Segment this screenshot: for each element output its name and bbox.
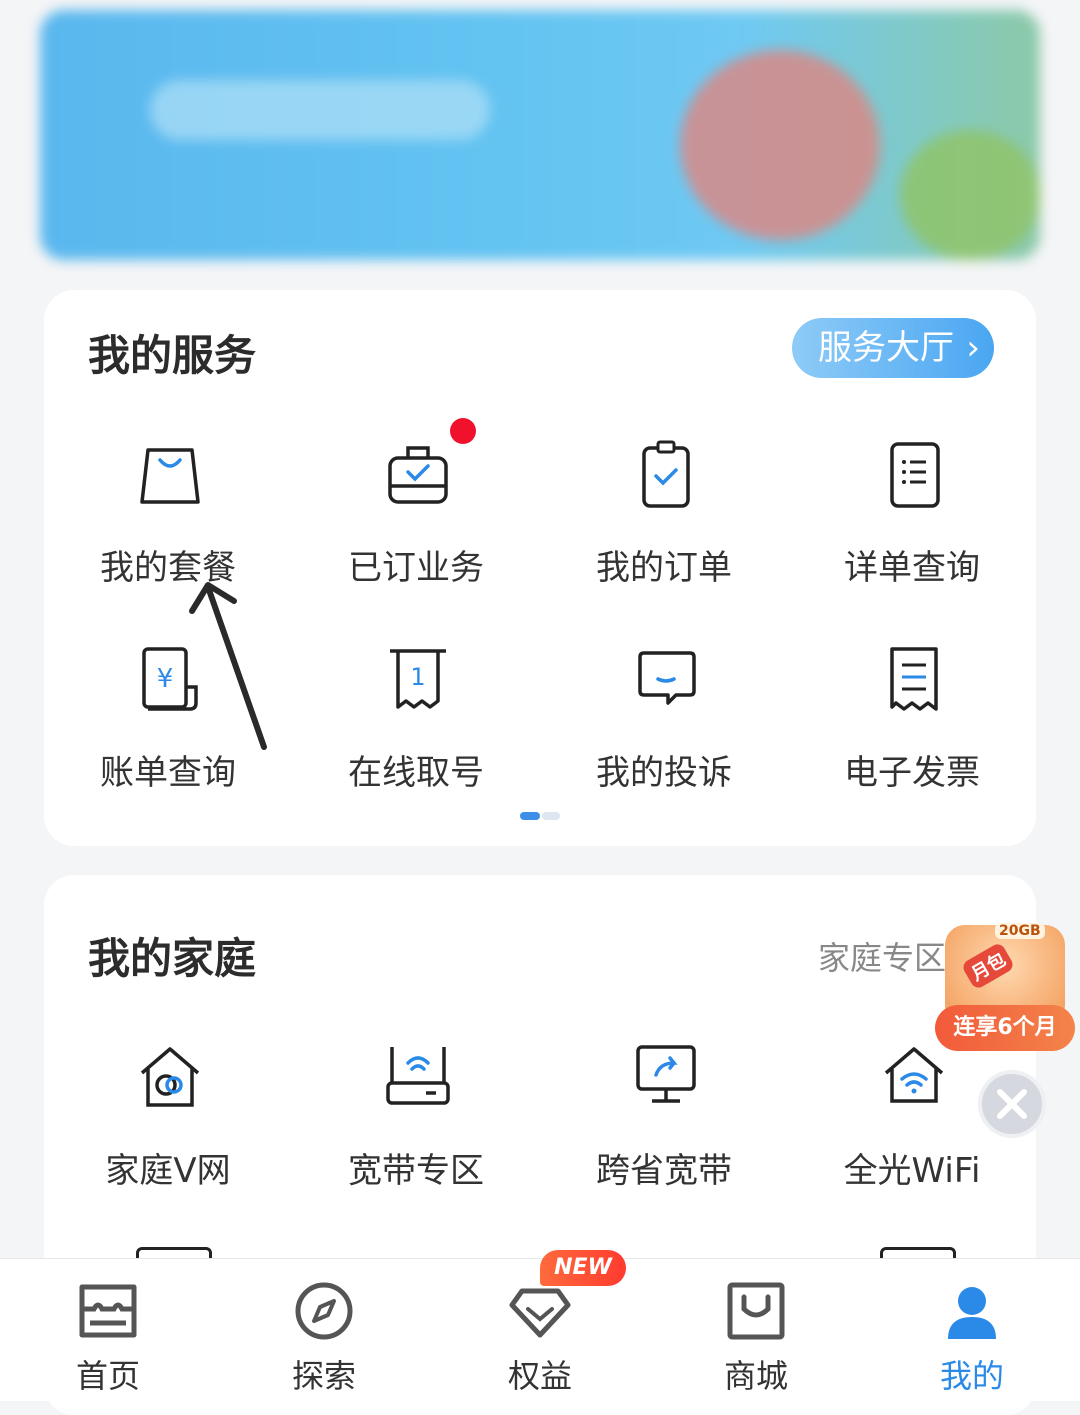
invoice-icon [890,647,938,711]
home-network-icon [140,1047,200,1107]
family-item-label: 跨省宽带 [596,1151,732,1191]
home-store-icon [79,1284,137,1338]
router-icon [386,1047,450,1105]
notification-dot [450,418,476,444]
promo-tag: 连享6个月 [935,1005,1075,1051]
tab-home[interactable]: 首页 [8,1259,208,1401]
svg-text:1: 1 [410,663,425,691]
family-item-label: 全光WiFi [843,1151,981,1191]
tab-label: 权益 [507,1357,572,1395]
page-dot-active [520,812,540,820]
family-zone-link[interactable]: 家庭专区 [818,933,946,979]
service-hall-label: 服务大厅 [818,328,954,368]
family-item-label: 家庭V网 [105,1151,231,1191]
tab-label: 探索 [291,1357,356,1395]
page-dot [542,812,560,820]
family-item-broadband[interactable]: 宽带专区 [292,1043,540,1213]
svg-text:¥: ¥ [157,664,174,694]
clipboard-check-icon [642,440,690,508]
promo-gb-label: 20GB [995,923,1045,939]
service-item-label: 在线取号 [348,753,484,793]
service-item-e-invoice[interactable]: 电子发票 [788,645,1036,815]
service-hall-button[interactable]: 服务大厅 › [792,318,994,378]
service-item-online-queue[interactable]: 1 在线取号 [292,645,540,815]
banner-text-blur [150,80,490,140]
chevron-right-icon: › [966,328,980,368]
briefcase-check-icon [388,446,448,504]
chat-bubble-icon [638,651,696,705]
close-icon [997,1089,1027,1119]
diamond-icon [509,1288,571,1338]
family-item-cross-province[interactable]: 跨省宽带 [540,1043,788,1213]
family-item-vnet[interactable]: 家庭V网 [44,1043,292,1213]
list-document-icon [890,442,940,508]
tab-mine[interactable]: 我的 [872,1259,1072,1401]
service-item-label: 我的订单 [596,548,732,588]
my-services-title: 我的服务 [88,331,257,380]
top-banner[interactable] [40,10,1040,260]
screen-share-icon [636,1045,696,1103]
my-family-title: 我的家庭 [88,934,257,983]
tab-label: 首页 [75,1357,140,1395]
tab-mall[interactable]: 商城 [656,1259,856,1401]
my-services-card: 我的服务 服务大厅 › 我的套餐 已订业务 我的订单 详单查询 ¥ 账单查询 1… [44,290,1036,846]
service-item-complaints[interactable]: 我的投诉 [540,645,788,815]
close-promo-button[interactable] [978,1070,1046,1138]
service-item-label: 我的投诉 [596,753,732,793]
banner-decoration-blur [900,130,1040,260]
tab-label: 商城 [723,1357,788,1395]
page-indicator [520,812,560,820]
compass-icon [295,1282,353,1340]
shopping-bag-icon [140,448,200,504]
tab-explore[interactable]: 探索 [224,1259,424,1401]
service-item-label: 已订业务 [348,548,484,588]
service-item-subscribed[interactable]: 已订业务 [292,418,540,610]
tab-label: 我的 [939,1357,1004,1395]
queue-ticket-icon: 1 [390,649,446,709]
user-icon [948,1287,996,1339]
service-item-detail-query[interactable]: 详单查询 [788,440,1036,610]
family-item-label: 宽带专区 [348,1151,484,1191]
shopping-bag-icon [727,1282,785,1340]
banner-image-blur [680,50,880,240]
service-item-label: 电子发票 [844,753,980,793]
floating-promo[interactable]: 20GB 月包 连享6个月 [935,915,1075,1060]
service-item-my-orders[interactable]: 我的订单 [540,440,788,610]
annotation-arrow [189,582,267,750]
new-badge: NEW [540,1250,626,1286]
service-item-label: 详单查询 [844,548,980,588]
